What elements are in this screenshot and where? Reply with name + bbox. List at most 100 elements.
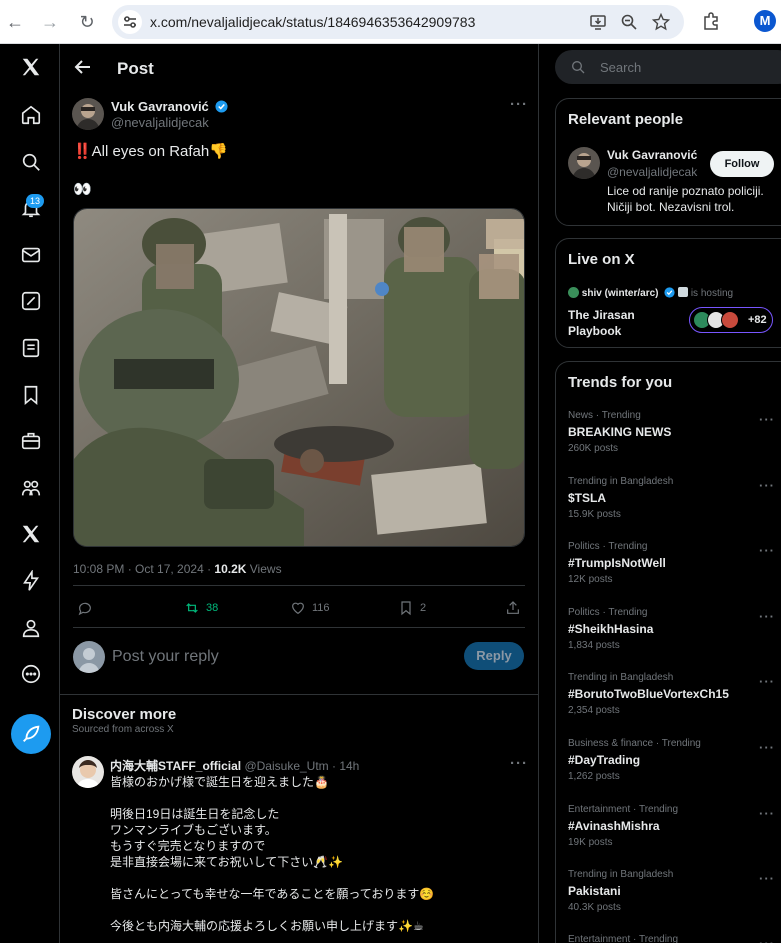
jobs-briefcase-icon[interactable] <box>16 426 46 456</box>
zoom-icon[interactable] <box>620 13 638 31</box>
like-count: 116 <box>312 602 330 614</box>
site-info-icon[interactable] <box>118 10 142 34</box>
listener-count: +82 <box>748 314 767 326</box>
trend-item[interactable]: Trending in Bangladesh $TSLA 15.9K posts <box>568 476 778 520</box>
url-text: x.com/nevaljalidjecak/status/18469463536… <box>150 14 476 30</box>
browser-toolbar: ← → ↻ x.com/nevaljalidjecak/status/18469… <box>0 0 781 44</box>
trend-item[interactable]: Politics · Trending #TrumpIsNotWell 12K … <box>568 541 778 585</box>
trend-more-icon[interactable]: ··· <box>759 936 775 943</box>
reply-input[interactable]: Post your reply <box>112 648 219 666</box>
trend-more-icon[interactable]: ··· <box>759 674 775 689</box>
back-arrow-icon[interactable] <box>72 56 94 78</box>
feather-icon <box>23 725 40 742</box>
trend-item[interactable]: News · Trending BREAKING NEWS 260K posts <box>568 410 778 454</box>
grok-icon[interactable] <box>16 286 46 316</box>
search-input[interactable]: Search <box>600 60 641 75</box>
relevant-person-bio: Lice od ranije poznato policiji. Ničiji … <box>607 184 764 214</box>
post-metadata: 10:08 PM · Oct 17, 2024 · 10.2K Views <box>73 562 282 576</box>
verified-orgs-lightning-icon[interactable] <box>16 566 46 596</box>
repost-button[interactable]: 38 <box>184 600 218 616</box>
share-icon <box>507 601 519 614</box>
trend-item[interactable]: Trending in Bangladesh Pakistani 40.3K p… <box>568 869 778 913</box>
bookmark-star-icon[interactable] <box>651 12 671 31</box>
more-circle-icon[interactable] <box>16 659 46 689</box>
reload-icon[interactable]: ↻ <box>75 10 99 34</box>
live-on-x-card: Live on X shiv (winter/arc) is hosting T… <box>555 238 781 348</box>
communities-icon[interactable] <box>16 473 46 503</box>
search-box[interactable]: Search <box>555 50 781 84</box>
space-title[interactable]: The Jirasan Playbook <box>568 307 678 339</box>
author-name[interactable]: Vuk Gavranović <box>111 99 228 114</box>
messages-mail-icon[interactable] <box>16 240 46 270</box>
reply-submit-button[interactable]: Reply <box>464 642 524 670</box>
profile-icon[interactable] <box>16 613 46 643</box>
explore-search-icon[interactable] <box>16 147 46 177</box>
bookmark-button[interactable]: 2 <box>398 600 426 616</box>
author-avatar[interactable] <box>72 98 104 130</box>
live-on-x-title: Live on X <box>568 251 635 268</box>
trend-item[interactable]: Politics · Trending #SheikhHasina 1,834 … <box>568 607 778 651</box>
notifications-badge: 13 <box>26 194 44 208</box>
relevant-person-handle[interactable]: @nevaljalidjecak <box>607 165 707 179</box>
live-host[interactable]: shiv (winter/arc) is hosting <box>568 287 733 299</box>
follow-button[interactable]: Follow <box>710 151 774 177</box>
relevant-person-name[interactable]: Vuk Gavranović <box>607 148 707 162</box>
trends-title: Trends for you <box>568 374 673 391</box>
compose-post-button[interactable] <box>11 714 51 754</box>
trend-more-icon[interactable]: ··· <box>759 478 775 493</box>
trend-item[interactable]: Trending in Bangladesh #BorutoTwoBlueVor… <box>568 672 778 716</box>
divider <box>73 627 525 628</box>
bookmarks-icon[interactable] <box>16 380 46 410</box>
back-icon[interactable]: ← <box>3 10 27 34</box>
extensions-icon[interactable] <box>701 11 721 31</box>
reply-bubble-icon <box>78 602 91 616</box>
heart-icon <box>292 602 304 615</box>
page-title: Post <box>117 59 154 78</box>
discover-post-text: 皆様のおかげ様で誕生日を迎えました🎂 明後日19日は誕生日を記念した ワンマンラ… <box>110 775 435 933</box>
trends-card: Trends for you News · Trending BREAKING … <box>555 361 781 943</box>
trend-more-icon[interactable]: ··· <box>759 871 775 886</box>
trend-item[interactable]: Business & finance · Trending #DayTradin… <box>568 738 778 782</box>
trend-item[interactable]: Entertainment · Trending <box>568 934 778 943</box>
affiliate-badge-icon <box>678 287 689 297</box>
left-sidebar: 13 <box>0 44 60 943</box>
post-text: ‼️All eyes on Rafah👎 <box>73 143 228 160</box>
trend-more-icon[interactable]: ··· <box>759 543 775 558</box>
host-avatar <box>568 287 579 298</box>
install-app-icon[interactable] <box>589 13 607 31</box>
trend-item[interactable]: Entertainment · Trending #AvinashMishra … <box>568 804 778 848</box>
discover-post-more-icon[interactable]: ··· <box>510 755 528 772</box>
trend-more-icon[interactable]: ··· <box>759 740 775 755</box>
views-count: 10.2K <box>214 562 247 576</box>
post-text-line2: 👀 <box>73 181 92 198</box>
post-photo[interactable] <box>73 208 525 547</box>
address-bar[interactable]: x.com/nevaljalidjecak/status/18469463536… <box>112 5 684 39</box>
trend-more-icon[interactable]: ··· <box>759 806 775 821</box>
repost-count: 38 <box>206 602 219 614</box>
x-logo-icon[interactable] <box>16 52 46 82</box>
trend-more-icon[interactable]: ··· <box>759 609 775 624</box>
discover-author[interactable]: 内海大輔STAFF_official @Daisuke_Utm · 14h <box>110 757 359 774</box>
discover-author-avatar[interactable] <box>72 756 104 788</box>
relevant-person-avatar[interactable] <box>568 147 600 179</box>
share-button[interactable] <box>505 600 521 616</box>
profile-avatar[interactable]: M <box>754 10 776 32</box>
space-listeners[interactable]: +82 <box>689 307 773 333</box>
reply-button[interactable] <box>77 600 93 616</box>
lists-icon[interactable] <box>16 333 46 363</box>
divider <box>73 585 525 586</box>
right-sidebar: Search Relevant people Vuk Gavranović @n… <box>539 44 781 943</box>
main-column: Post Vuk Gavranović @nevaljalidjecak ···… <box>60 44 539 943</box>
author-handle[interactable]: @nevaljalidjecak <box>111 115 209 130</box>
like-button[interactable]: 116 <box>290 600 330 616</box>
repost-icon <box>186 603 198 613</box>
home-icon[interactable] <box>16 100 46 130</box>
premium-x-icon[interactable] <box>16 519 46 549</box>
forward-icon[interactable]: → <box>38 10 62 34</box>
trend-more-icon[interactable]: ··· <box>759 412 775 427</box>
discover-more-heading: Discover more <box>72 706 177 723</box>
listener-avatar <box>721 311 739 329</box>
verified-badge-icon <box>215 100 228 113</box>
verified-badge-icon <box>664 287 675 298</box>
post-more-options-icon[interactable]: ··· <box>510 96 528 113</box>
